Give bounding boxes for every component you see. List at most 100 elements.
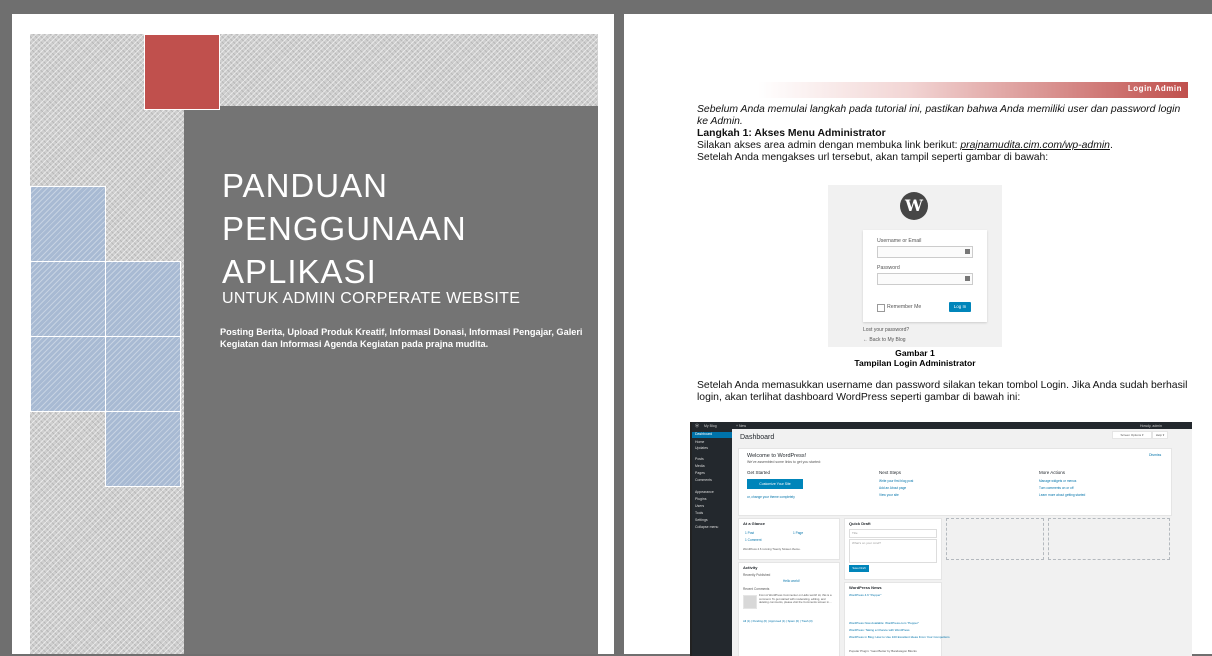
glance-title: At a Glance — [743, 521, 766, 526]
admin-bar-user[interactable]: Howdy, admin — [1140, 424, 1162, 428]
menu-item-plugins[interactable]: Plugins — [695, 497, 706, 501]
login-form: Username or Email Password Remember Me L… — [863, 230, 987, 322]
more-action-item[interactable]: Learn more about getting started — [1039, 493, 1085, 497]
password-label: Password — [877, 265, 900, 271]
lost-password-link[interactable]: Lost your password? — [863, 327, 909, 333]
menu-item-dashboard[interactable]: Dashboard — [692, 432, 732, 438]
username-field[interactable] — [877, 246, 973, 258]
key-icon — [965, 249, 970, 254]
welcome-panel: Welcome to WordPress! We've assembled so… — [738, 448, 1172, 516]
dashboard-title: Dashboard — [740, 434, 775, 441]
step-text-end: . — [1109, 140, 1113, 151]
news-item[interactable]: WordPress 4.6 "Pepper" — [849, 593, 881, 597]
menu-item-media[interactable]: Media — [695, 464, 705, 468]
recent-post-link[interactable]: Hello world! — [783, 579, 800, 583]
menu-item-pages[interactable]: Pages — [695, 471, 705, 475]
customize-site-button[interactable]: Customize Your Site — [747, 479, 803, 489]
news-item[interactable]: WordPress: Taking a Chance with WordPres… — [849, 628, 910, 632]
username-label: Username or Email — [877, 238, 922, 244]
figure1-caption-number: Gambar 1 — [895, 348, 935, 358]
recent-comments-heading: Recent Comments — [743, 587, 770, 591]
news-item[interactable]: WordPress in Blog: How to Use 100 Excell… — [849, 635, 950, 639]
glance-footer: WordPress 4.6 running Twenty Sixteen the… — [743, 547, 801, 551]
news-item[interactable]: Popular Plugin: Yoast Better by Bandwago… — [849, 649, 917, 653]
menu-item-collapse[interactable]: Collapse menu — [695, 525, 718, 529]
blue-square — [30, 336, 106, 412]
cover-title-line: APLIKASI — [222, 253, 377, 290]
blue-square — [105, 336, 181, 412]
more-action-item[interactable]: Turn comments on or off — [1039, 486, 1074, 490]
login-screenshot: W Username or Email Password Remember Me… — [828, 185, 1002, 347]
cover-title-line: PANDUAN — [222, 167, 388, 204]
more-actions-heading: More Actions — [1039, 470, 1066, 475]
empty-widget-area — [946, 518, 1044, 560]
activity-title: Activity — [743, 565, 758, 570]
draft-body-input[interactable]: What's on your mind? — [849, 539, 937, 563]
next-step-item[interactable]: View your site — [879, 493, 899, 497]
step-paragraph: Silakan akses area admin dengan membuka … — [697, 140, 1189, 152]
help-button[interactable]: Help ▾ — [1152, 431, 1168, 439]
next-steps-heading: Next Steps — [879, 470, 902, 475]
menu-item-home[interactable]: Home — [695, 440, 704, 444]
glance-comments[interactable]: 1 Comment — [745, 538, 761, 542]
avatar — [743, 595, 757, 609]
content-page: Login Admin Sebelum Anda memulai langkah… — [624, 14, 1212, 656]
menu-item-settings[interactable]: Settings — [695, 518, 708, 522]
welcome-subtitle: We've assembled some links to get you st… — [747, 460, 821, 464]
blue-square — [30, 186, 106, 262]
screen-options-button[interactable]: Screen Options ▾ — [1112, 431, 1152, 439]
remember-label: Remember Me — [887, 304, 922, 310]
cover-title-line: PENGGUNAAN — [222, 210, 467, 247]
glance-posts[interactable]: 1 Post — [745, 531, 754, 535]
blue-square — [105, 411, 181, 487]
login-button[interactable]: Log In — [949, 302, 971, 312]
recently-published-heading: Recently Published — [743, 573, 771, 577]
back-to-blog-link[interactable]: ← Back to My Blog — [863, 337, 906, 343]
at-a-glance-widget: At a Glance 1 Post 1 Page 1 Comment Word… — [738, 518, 840, 560]
paragraph-2: Setelah Anda memasukkan username dan pas… — [697, 380, 1188, 403]
admin-bar-new[interactable]: + New — [736, 424, 746, 428]
draft-body-placeholder: What's on your mind? — [852, 541, 881, 545]
menu-item-posts[interactable]: Posts — [695, 457, 704, 461]
comment-text: From A WordPress Commenter on Hello worl… — [759, 593, 832, 605]
cover-subtitle: UNTUK ADMIN CORPERATE WEBSITE — [222, 290, 521, 307]
next-step-item[interactable]: Add an About page — [879, 486, 906, 490]
empty-widget-area — [1048, 518, 1170, 560]
menu-item-updates[interactable]: Updates — [695, 446, 708, 450]
get-started-heading: Get Started — [747, 470, 771, 475]
glance-pages[interactable]: 1 Page — [793, 531, 803, 535]
news-item[interactable]: WordPress Now Available: WordPress.com "… — [849, 621, 919, 625]
password-field[interactable] — [877, 273, 973, 285]
change-theme-link[interactable]: or, change your theme completely — [747, 495, 795, 499]
figure1-caption-title: Tampilan Login Administrator — [854, 358, 976, 368]
more-action-item[interactable]: Manage widgets or menus — [1039, 479, 1076, 483]
quick-draft-title: Quick Draft — [849, 521, 871, 526]
admin-link[interactable]: prajnamudita.cim.com/wp-admin — [960, 140, 1110, 151]
key-icon — [965, 276, 970, 281]
dashboard-screenshot: Ⓦ My Blog + New Howdy, admin Dashboard H… — [690, 422, 1192, 656]
step-paragraph-2: Setelah Anda mengakses url tersebut, aka… — [697, 152, 1049, 163]
save-draft-button[interactable]: Save Draft — [849, 565, 869, 572]
cover-page: PANDUAN PENGGUNAAN APLIKASI UNTUK ADMIN … — [12, 14, 614, 654]
menu-item-appearance[interactable]: Appearance — [695, 490, 714, 494]
welcome-title: Welcome to WordPress! — [747, 453, 807, 459]
comment-counts[interactable]: All (1) | Pending (0) | Approved (1) | S… — [743, 619, 813, 623]
next-step-item[interactable]: Write your first blog post — [879, 479, 913, 483]
admin-bar-site[interactable]: My Blog — [704, 424, 717, 428]
draft-title-input[interactable]: Title — [849, 529, 937, 538]
menu-item-users[interactable]: Users — [695, 504, 704, 508]
draft-title-placeholder: Title — [852, 531, 858, 535]
cover-description: Posting Berita, Upload Produk Kreatif, I… — [220, 327, 583, 349]
quick-draft-widget: Quick Draft Title What's on your mind? S… — [844, 518, 942, 580]
cover-title: PANDUAN PENGGUNAAN APLIKASI — [222, 164, 467, 293]
section-header-label: Login Admin — [1127, 84, 1182, 93]
menu-item-comments[interactable]: Comments — [695, 478, 712, 482]
admin-bar: Ⓦ My Blog + New Howdy, admin — [692, 422, 1192, 429]
news-title: WordPress News — [849, 585, 882, 590]
cover-frame: PANDUAN PENGGUNAAN APLIKASI UNTUK ADMIN … — [30, 34, 598, 654]
step-text: Silakan akses area admin dengan membuka … — [697, 140, 961, 151]
dismiss-link[interactable]: Dismiss — [1149, 453, 1161, 457]
menu-item-tools[interactable]: Tools — [695, 511, 703, 515]
remember-checkbox[interactable] — [877, 304, 885, 312]
section-header-bar: Login Admin — [758, 82, 1188, 98]
